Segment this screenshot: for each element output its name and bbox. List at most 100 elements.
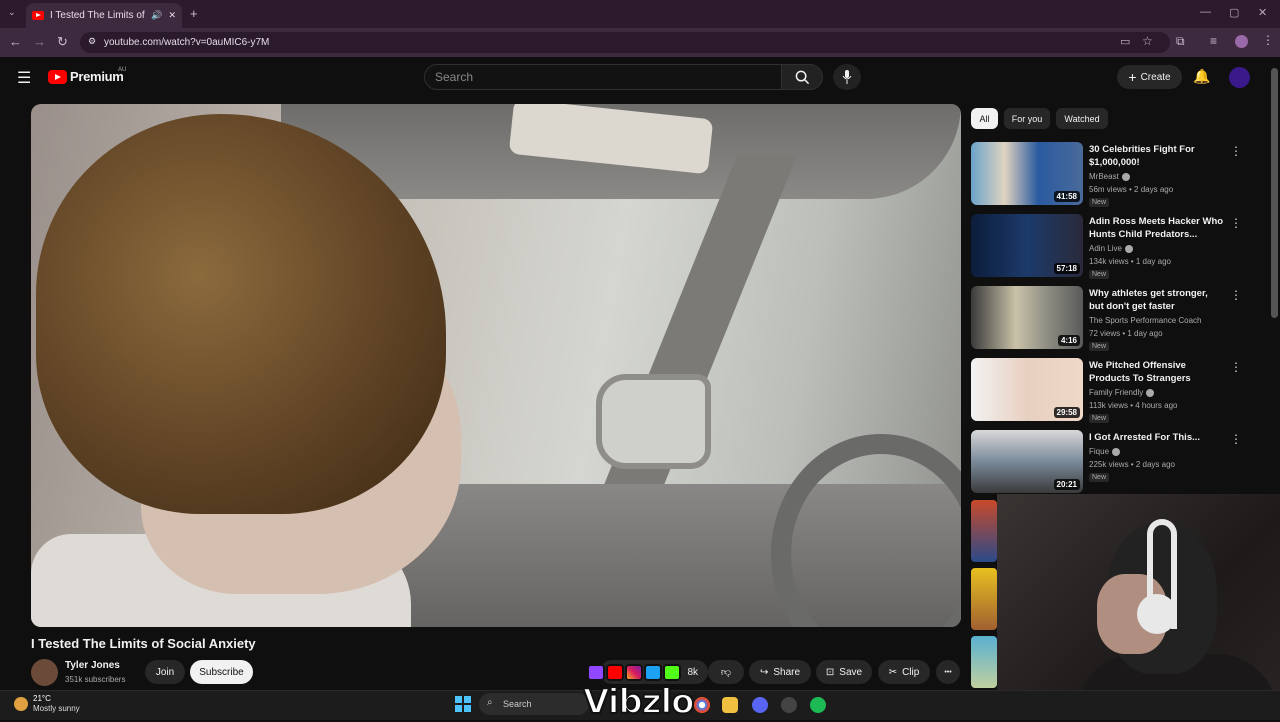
plus-icon: + bbox=[1128, 69, 1137, 85]
forward-arrow-icon[interactable]: → bbox=[33, 34, 46, 49]
search-input[interactable]: Search bbox=[424, 64, 782, 90]
recommendation-menu-icon[interactable]: ⋮ bbox=[1230, 144, 1242, 158]
chip-all[interactable]: All bbox=[971, 108, 998, 129]
recommendation-title[interactable]: 30 Celebrities Fight For $1,000,000! bbox=[1089, 143, 1224, 169]
create-button[interactable]: + Create bbox=[1117, 65, 1182, 89]
hamburger-menu-icon[interactable]: ☰ bbox=[17, 68, 31, 88]
duration-badge: 29:58 bbox=[1053, 407, 1080, 418]
channel-name-text: MrBeast bbox=[1089, 172, 1119, 181]
reading-list-icon[interactable]: ≡ bbox=[1210, 34, 1217, 48]
clip-button[interactable]: ✂ Clip bbox=[878, 660, 930, 684]
recommendation-meta: 134k views • 1 day ago bbox=[1089, 257, 1171, 266]
subscribe-button[interactable]: Subscribe bbox=[190, 660, 253, 684]
taskbar-search-label: Search bbox=[503, 699, 532, 709]
new-badge: New bbox=[1089, 473, 1110, 482]
minimize-button[interactable]: — bbox=[1200, 6, 1211, 18]
video-thumbnail[interactable] bbox=[971, 568, 997, 630]
recommendation-meta: 225k views • 2 days ago bbox=[1089, 460, 1175, 469]
youtube-premium-logo[interactable]: Premium bbox=[48, 69, 124, 84]
channel-avatar[interactable] bbox=[31, 659, 58, 686]
verified-icon bbox=[1121, 172, 1130, 181]
recommendation-channel[interactable]: Family Friendly bbox=[1089, 388, 1155, 397]
browser-tab[interactable]: I Tested The Limits of Social 🔊 ✕ bbox=[26, 3, 182, 28]
new-badge: New bbox=[1089, 342, 1110, 351]
notifications-bell-icon[interactable]: 🔔 bbox=[1193, 68, 1210, 85]
profile-avatar[interactable] bbox=[1235, 35, 1248, 48]
reload-icon[interactable]: ↻ bbox=[57, 34, 68, 50]
restore-button[interactable]: ▢ bbox=[1229, 6, 1239, 19]
share-button[interactable]: ↪ Share bbox=[749, 660, 811, 684]
video-thumbnail[interactable] bbox=[971, 636, 997, 688]
recommendation-menu-icon[interactable]: ⋮ bbox=[1230, 216, 1242, 230]
tab-list-chevron-icon[interactable]: ⌄ bbox=[8, 7, 16, 18]
spotify-icon[interactable] bbox=[810, 697, 826, 713]
recommendation-channel[interactable]: The Sports Performance Coach bbox=[1089, 316, 1202, 325]
weather-sun-icon[interactable] bbox=[14, 697, 28, 711]
dislike-button[interactable]: 👎︎ bbox=[708, 660, 744, 684]
address-bar[interactable]: ⚙ youtube.com/watch?v=0auMIC6-y7M bbox=[80, 32, 1170, 53]
recommendation-title[interactable]: I Got Arrested For This... bbox=[1089, 431, 1224, 444]
chip-for-you[interactable]: For you bbox=[1004, 108, 1050, 129]
search-button[interactable] bbox=[781, 64, 823, 90]
chip-watched[interactable]: Watched bbox=[1056, 108, 1108, 129]
video-thumbnail[interactable] bbox=[971, 500, 997, 562]
scissors-icon: ✂ bbox=[888, 666, 898, 678]
page-scrollbar[interactable] bbox=[1271, 68, 1278, 318]
channel-name-text: Family Friendly bbox=[1089, 388, 1144, 397]
discord-icon[interactable] bbox=[752, 697, 768, 713]
share-arrow-icon: ↪ bbox=[759, 666, 769, 678]
video-title: I Tested The Limits of Social Anxiety bbox=[31, 636, 256, 651]
new-badge: New bbox=[1089, 198, 1110, 207]
site-info-icon[interactable]: ⚙ bbox=[88, 36, 96, 47]
recommendation-channel[interactable]: Adin Live bbox=[1089, 244, 1133, 253]
tab-close-button[interactable]: ✕ bbox=[168, 10, 176, 21]
weather-description[interactable]: Mostly sunny bbox=[33, 704, 80, 713]
share-label: Share bbox=[773, 666, 801, 678]
new-badge: New bbox=[1089, 270, 1110, 279]
speaker-icon[interactable]: 🔊 bbox=[151, 10, 162, 21]
recommendation-channel[interactable]: Fique bbox=[1089, 447, 1121, 456]
recommendation-meta: 56m views • 2 days ago bbox=[1089, 185, 1174, 194]
weather-temperature[interactable]: 21°C bbox=[33, 694, 51, 703]
save-button[interactable]: ⊡ Save bbox=[816, 660, 872, 684]
bookmark-star-icon[interactable]: ☆ bbox=[1142, 34, 1153, 48]
recommendation-channel[interactable]: MrBeast bbox=[1089, 172, 1130, 181]
taskbar-search[interactable]: ⌕ Search bbox=[479, 693, 589, 715]
channel-name[interactable]: Tyler Jones bbox=[65, 660, 120, 671]
file-explorer-icon[interactable] bbox=[722, 697, 738, 713]
video-thumbnail[interactable]: 57:18 bbox=[971, 214, 1083, 277]
extensions-icon[interactable]: ⧉ bbox=[1176, 34, 1185, 49]
account-avatar[interactable] bbox=[1229, 67, 1250, 88]
steam-icon[interactable] bbox=[781, 697, 797, 713]
window-close-button[interactable]: ✕ bbox=[1258, 6, 1267, 19]
cast-icon[interactable]: ▭ bbox=[1120, 35, 1130, 48]
verified-icon bbox=[1124, 244, 1133, 253]
voice-search-button[interactable] bbox=[833, 64, 861, 90]
recommendation-menu-icon[interactable]: ⋮ bbox=[1230, 432, 1242, 446]
headphone-cup bbox=[1137, 594, 1177, 634]
new-badge: New bbox=[1089, 414, 1110, 423]
recommendation-title[interactable]: We Pitched Offensive Products To Strange… bbox=[1089, 359, 1224, 385]
create-label: Create bbox=[1140, 71, 1171, 83]
recommendation-menu-icon[interactable]: ⋮ bbox=[1230, 288, 1242, 302]
url-text: youtube.com/watch?v=0auMIC6-y7M bbox=[104, 37, 270, 48]
new-tab-button[interactable]: + bbox=[190, 6, 198, 21]
video-thumbnail[interactable]: 4:16 bbox=[971, 286, 1083, 349]
recommendation-title[interactable]: Adin Ross Meets Hacker Who Hunts Child P… bbox=[1089, 215, 1224, 241]
recommendation-title[interactable]: Why athletes get stronger, but don't get… bbox=[1089, 287, 1224, 313]
twitch-icon bbox=[587, 664, 605, 681]
channel-name-text: The Sports Performance Coach bbox=[1089, 316, 1202, 325]
recommendation-menu-icon[interactable]: ⋮ bbox=[1230, 360, 1242, 374]
video-thumbnail[interactable]: 20:21 bbox=[971, 430, 1083, 493]
video-thumbnail[interactable]: 41:58 bbox=[971, 142, 1083, 205]
back-arrow-icon[interactable]: ← bbox=[9, 34, 22, 49]
video-player[interactable] bbox=[31, 104, 961, 627]
microphone-icon bbox=[842, 70, 852, 84]
more-actions-button[interactable]: ••• bbox=[936, 660, 960, 684]
chrome-icon[interactable] bbox=[694, 697, 710, 713]
logo-text: Premium bbox=[70, 69, 124, 84]
video-thumbnail[interactable]: 29:58 bbox=[971, 358, 1083, 421]
browser-menu-icon[interactable]: ⋮ bbox=[1262, 33, 1274, 47]
join-button[interactable]: Join bbox=[145, 660, 185, 684]
windows-start-icon[interactable] bbox=[455, 696, 471, 712]
